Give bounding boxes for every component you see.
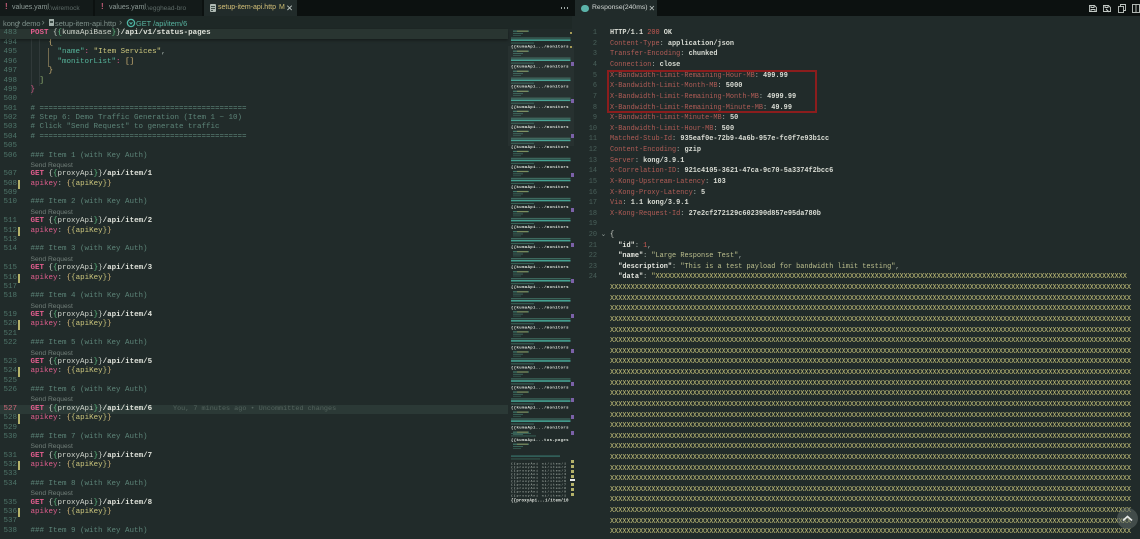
svg-text:{{kumaApi.../monitors: {{kumaApi.../monitors — [511, 65, 569, 70]
svg-text:{{kumaApi.../monitors: {{kumaApi.../monitors — [511, 185, 569, 190]
svg-text:{{kumaApi.../monitors: {{kumaApi.../monitors — [511, 125, 569, 130]
svg-text:{{kumaApi.../monitors: {{kumaApi.../monitors — [511, 385, 569, 390]
svg-text:{{kumaApi.../monitors: {{kumaApi.../monitors — [511, 225, 569, 230]
svg-text:{{kumaApi.../monitors: {{kumaApi.../monitors — [511, 145, 569, 150]
svg-text:{{proxyAni ni/item/1: {{proxyAni ni/item/1 — [511, 493, 566, 497]
svg-text:{{kumaApi.../monitors: {{kumaApi.../monitors — [511, 85, 569, 90]
svg-text:{{kumaApi.../monitors: {{kumaApi.../monitors — [511, 345, 569, 350]
svg-text:{{kumaApi.../monitors: {{kumaApi.../monitors — [511, 426, 569, 431]
svg-text:{{kumaApi.../monitors: {{kumaApi.../monitors — [511, 205, 569, 210]
svg-text:{{kumaApi.../monitors: {{kumaApi.../monitors — [511, 165, 569, 170]
svg-text:{{proxyApi...i/item/10: {{proxyApi...i/item/10 — [511, 499, 569, 504]
svg-text:{{kumaApi.../monitors: {{kumaApi.../monitors — [511, 285, 569, 290]
svg-text:{{kumaApi.../monitors: {{kumaApi.../monitors — [511, 325, 569, 330]
svg-text:{{kumaApi...tus-pages: {{kumaApi...tus-pages — [511, 438, 569, 443]
svg-text:{{kumaApi.../monitors: {{kumaApi.../monitors — [511, 265, 569, 270]
svg-text:{{kumaApi.../monitors: {{kumaApi.../monitors — [511, 245, 569, 250]
svg-text:{{kumaApi.../monitors: {{kumaApi.../monitors — [511, 365, 569, 370]
svg-text:{{kumaApi.../monitors: {{kumaApi.../monitors — [511, 305, 569, 310]
svg-text:{{kumaApi.../monitors: {{kumaApi.../monitors — [511, 105, 569, 110]
svg-text:{{kumaApi.../monitors: {{kumaApi.../monitors — [511, 406, 569, 411]
svg-text:{{kumaApi.../monitors: {{kumaApi.../monitors — [511, 45, 569, 50]
